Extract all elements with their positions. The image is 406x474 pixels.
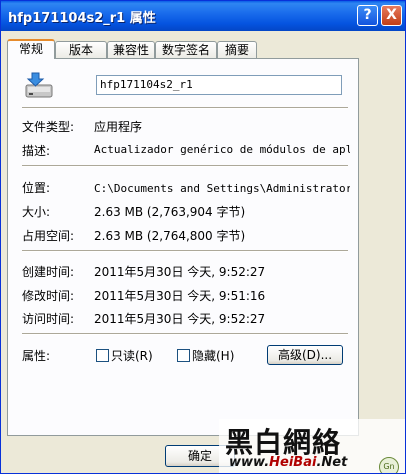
hidden-checkbox[interactable] [177, 349, 190, 362]
file-name-input[interactable]: hfp171104s2_r1 [96, 75, 342, 95]
tab-general[interactable]: 常规 [7, 39, 55, 59]
hidden-checkbox-label[interactable]: 隐藏(H) [192, 347, 234, 364]
close-button[interactable]: X [381, 5, 402, 26]
tab-summary[interactable]: 摘要 [217, 41, 257, 58]
created-label: 创建时间: [22, 265, 75, 279]
window-title: hfp171104s2_r1 属性 [8, 11, 156, 26]
attributes-label: 属性: [22, 349, 51, 363]
created-value: 2011年5月30日 今天, 9:52:27 [94, 265, 266, 279]
accessed-value: 2011年5月30日 今天, 9:52:27 [94, 312, 266, 326]
size-value: 2.63 MB (2,763,904 字节) [94, 205, 246, 219]
separator [22, 250, 348, 252]
file-type-label: 文件类型: [22, 120, 75, 134]
watermark-url: www.HeiBai.Net [229, 455, 348, 470]
size-label: 大小: [22, 205, 51, 219]
general-tab-panel: hfp171104s2_r1 文件类型: 应用程序 描述: Actualizad… [7, 58, 359, 436]
accessed-label: 访问时间: [22, 312, 75, 326]
properties-window: hfp171104s2_r1 属性 ? X 常规 版本 兼容性 数字签名 摘要 … [0, 0, 406, 474]
modified-value: 2011年5月30日 今天, 9:51:16 [94, 289, 266, 303]
modified-label: 修改时间: [22, 289, 75, 303]
readonly-checkbox-label[interactable]: 只读(R) [111, 347, 153, 364]
description-label: 描述: [22, 144, 51, 158]
advanced-attributes-button[interactable]: 高级(D)... [267, 345, 343, 365]
application-installer-icon [25, 72, 53, 98]
separator [22, 107, 348, 109]
size-on-disk-label: 占用空间: [22, 229, 75, 243]
location-value: C:\Documents and Settings\Administrator\… [94, 182, 350, 195]
size-on-disk-value: 2.63 MB (2,764,800 字节) [94, 229, 246, 243]
file-type-value: 应用程序 [94, 120, 143, 134]
help-button[interactable]: ? [357, 5, 378, 26]
tab-digital-signatures[interactable]: 数字签名 [155, 41, 217, 58]
tab-version[interactable]: 版本 [55, 41, 107, 58]
watermark-badge: Gn [379, 457, 399, 473]
separator [22, 333, 348, 335]
separator [22, 165, 348, 167]
title-bar[interactable]: hfp171104s2_r1 属性 ? X [1, 1, 405, 31]
readonly-checkbox[interactable] [96, 349, 109, 362]
description-value: Actualizador genérico de módulos de apli… [94, 143, 350, 156]
tab-compatibility[interactable]: 兼容性 [107, 41, 155, 58]
location-label: 位置: [22, 181, 51, 195]
